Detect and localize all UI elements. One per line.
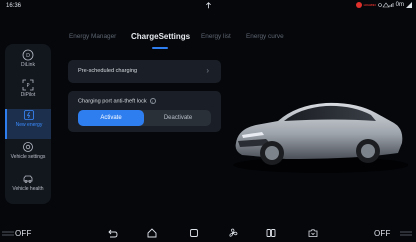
pre-scheduled-charging-label: Pre-scheduled charging <box>78 68 138 74</box>
svg-text:D: D <box>26 53 30 59</box>
ac-left-status[interactable]: OFF <box>15 229 32 238</box>
dilink-icon: D <box>22 49 34 61</box>
sidebar-item-label: DiPilot <box>20 92 36 98</box>
ac-left-indicator-icon <box>2 231 14 236</box>
sidebar-item-label: New energy <box>15 122 43 128</box>
ac-right-status[interactable]: OFF <box>374 229 391 238</box>
sidebar-item-vehicle-health[interactable]: Vehicle health <box>5 173 51 203</box>
status-time: 16:36 <box>6 3 22 9</box>
camera-icon[interactable] <box>308 228 318 238</box>
sidebar-item-dipilot[interactable]: P DiPilot <box>5 79 51 109</box>
sidebar-item-label: Vehicle settings <box>10 154 46 160</box>
pre-scheduled-charging-row[interactable]: Pre-scheduled charging › <box>68 60 221 83</box>
antitheft-lock-label: Charging port anti-theft lock i <box>78 98 156 104</box>
tab-energy-curve[interactable]: Energy curve <box>246 33 284 40</box>
antitheft-lock-text: Charging port anti-theft lock <box>78 98 147 105</box>
signal-icon <box>406 2 412 8</box>
info-icon[interactable]: i <box>149 98 156 104</box>
notification-icon <box>206 2 211 9</box>
fan-icon[interactable] <box>228 228 238 238</box>
connectivity-icons <box>377 2 394 8</box>
sidebar-item-label: Vehicle health <box>12 186 44 192</box>
tab-energy-manager[interactable]: Energy Manager <box>69 33 116 40</box>
split-screen-icon[interactable] <box>266 228 276 238</box>
status-right: HUAWEI 0m <box>355 2 412 8</box>
antitheft-lock-card: Charging port anti-theft lock i Activate … <box>68 91 221 132</box>
status-right-text: 0m <box>395 2 404 8</box>
active-tab-indicator <box>152 47 168 49</box>
dipilot-icon: P <box>22 79 34 91</box>
chevron-right-icon: › <box>206 66 209 75</box>
sidebar-item-dilink[interactable]: D DiLink <box>5 49 51 79</box>
svg-text:P: P <box>26 83 29 89</box>
ac-right-indicator-icon <box>400 231 412 236</box>
sidebar: D DiLink P DiPilot New energy Vehicle se… <box>5 44 51 204</box>
sidebar-item-label: DiLink <box>21 62 35 68</box>
deactivate-button[interactable]: Deactivate <box>145 110 211 126</box>
back-icon[interactable] <box>108 228 118 238</box>
home-icon[interactable] <box>147 228 157 238</box>
activate-button[interactable]: Activate <box>78 110 144 126</box>
huawei-icon <box>355 2 362 8</box>
tab-charge-settings[interactable]: ChargeSettings <box>131 32 190 41</box>
car-image <box>233 102 408 173</box>
recent-apps-icon[interactable] <box>189 228 199 238</box>
bottom-dock: OFF OFF <box>0 224 416 242</box>
operator-label: HUAWEI <box>363 2 376 7</box>
status-bar: 16:36 HUAWEI 0m <box>0 0 416 12</box>
sidebar-item-vehicle-settings[interactable]: Vehicle settings <box>5 141 51 171</box>
vehicle-health-icon <box>23 175 33 183</box>
tab-energy-list[interactable]: Energy list <box>201 33 231 40</box>
antitheft-lock-toggle: Activate Deactivate <box>78 110 211 126</box>
vehicle-settings-icon <box>23 142 33 152</box>
new-energy-icon <box>24 110 34 120</box>
sidebar-item-new-energy[interactable]: New energy <box>5 109 51 139</box>
